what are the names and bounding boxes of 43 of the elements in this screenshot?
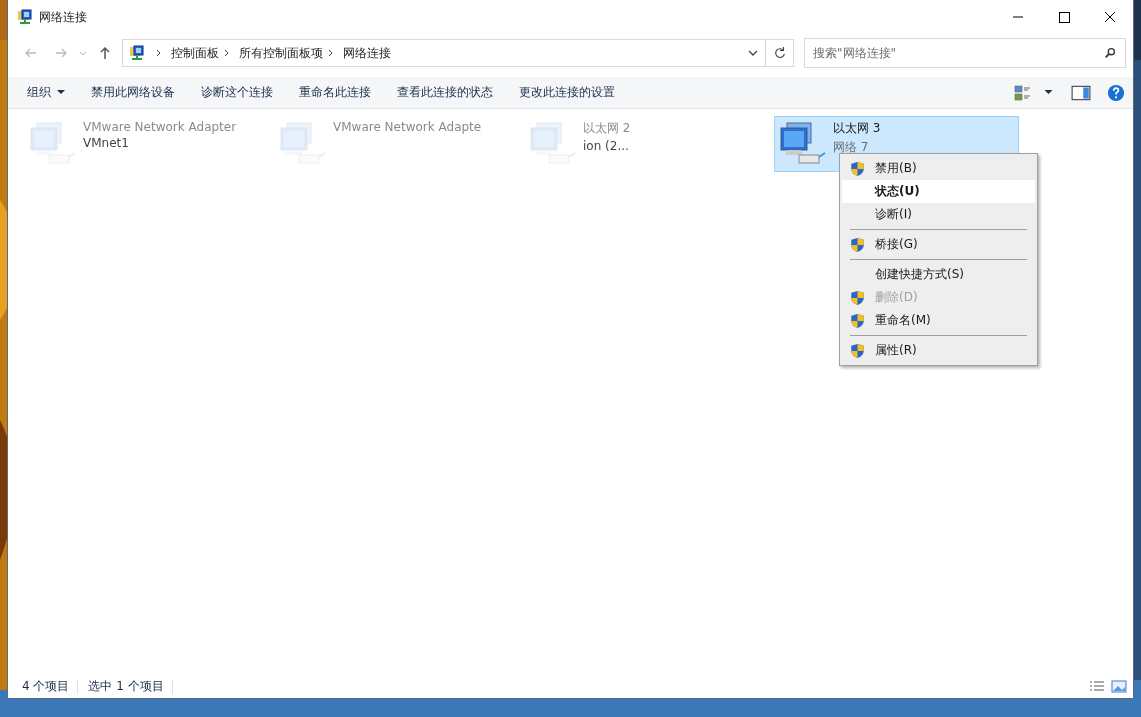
menu-item[interactable]: 创建快捷方式(S)	[842, 263, 1035, 286]
network-folder-icon	[129, 45, 145, 61]
menu-item[interactable]: 诊断(I)	[842, 203, 1035, 226]
connection-name: VMware Network Adapte	[333, 120, 482, 134]
menu-item[interactable]: 属性(R)	[842, 339, 1035, 362]
connection-name: VMware Network Adapter	[83, 120, 237, 134]
breadcrumb[interactable]: 网络连接	[343, 44, 391, 62]
large-icons-view-icon[interactable]	[1111, 679, 1127, 694]
menu-item[interactable]: 状态(U)	[842, 180, 1035, 203]
toolbar-button[interactable]: 查看此连接的状态	[387, 80, 503, 105]
refresh-icon	[772, 46, 787, 60]
connection-detail: ion (2...	[583, 139, 630, 153]
window-title: 网络连接	[39, 8, 87, 26]
address-bar[interactable]: 控制面板 所有控制面板项 网络连接	[122, 39, 766, 67]
connection-name: 以太网 3	[833, 120, 881, 137]
connection-item[interactable]: VMware Network Adapter VMnet1	[24, 116, 269, 172]
connection-item[interactable]: VMware Network Adapte	[274, 116, 519, 172]
menu-item[interactable]: 桥接(G)	[842, 233, 1035, 256]
item-count: 4 个项目	[22, 678, 71, 695]
breadcrumb[interactable]: 控制面板	[171, 44, 219, 62]
network-folder-icon	[17, 9, 33, 25]
toolbar-button[interactable]: 组织	[17, 80, 75, 105]
preview-pane-icon[interactable]	[1071, 84, 1091, 101]
toolbar-button[interactable]: 禁用此网络设备	[81, 80, 185, 105]
breadcrumb[interactable]: 所有控制面板项	[239, 44, 323, 62]
chevron-right-icon	[155, 48, 163, 58]
search-icon	[1103, 46, 1117, 60]
selection-count: 选中 1 个项目	[88, 678, 165, 695]
connection-item[interactable]: 以太网 2 ion (2...	[524, 116, 769, 172]
toolbar-button[interactable]: 重命名此连接	[289, 80, 381, 105]
chevron-right-icon	[223, 48, 231, 58]
toolbar-button[interactable]: 更改此连接的设置	[509, 80, 625, 105]
chevron-right-icon	[327, 48, 335, 58]
toolbar-button[interactable]: 诊断这个连接	[191, 80, 283, 105]
search-field[interactable]: 搜索"网络连接"	[804, 38, 1126, 68]
dropdown-caret-icon[interactable]	[747, 48, 759, 58]
menu-item[interactable]: 重命名(M)	[842, 309, 1035, 332]
connection-name: 以太网 2	[583, 120, 631, 137]
details-view-icon[interactable]	[1089, 679, 1105, 694]
connection-detail: VMnet1	[83, 136, 130, 150]
help-icon[interactable]	[1107, 83, 1125, 102]
caret-icon[interactable]	[1044, 90, 1053, 95]
connection-detail: 网络 7	[833, 139, 870, 156]
